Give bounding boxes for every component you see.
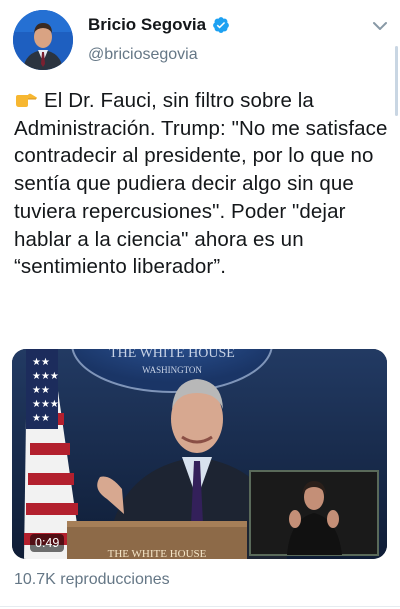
video-duration: 0:49 bbox=[30, 534, 65, 552]
svg-text:★★: ★★ bbox=[32, 357, 50, 368]
verified-badge-icon bbox=[213, 17, 229, 33]
author-handle[interactable]: @briciosegovia bbox=[88, 46, 198, 64]
tweet-body: El Dr. Fauci, sin filtro sobre la Admini… bbox=[14, 89, 388, 279]
seal-city: WASHINGTON bbox=[142, 365, 202, 375]
tweet-text: El Dr. Fauci, sin filtro sobre la Admini… bbox=[14, 87, 390, 281]
avatar-photo bbox=[13, 10, 73, 70]
chevron-down-icon[interactable] bbox=[372, 20, 388, 32]
scrollbar[interactable] bbox=[395, 46, 398, 116]
svg-text:★★★: ★★★ bbox=[32, 371, 59, 382]
author-name-row: Bricio Segovia bbox=[88, 15, 230, 35]
svg-text:★★: ★★ bbox=[32, 413, 50, 424]
avatar[interactable] bbox=[13, 10, 73, 70]
video-frame: THE WHITE HOUSE WASHINGTON ★★ ★★★ ★★ ★★★… bbox=[12, 349, 387, 559]
pointing-right-hand-icon bbox=[16, 93, 37, 107]
interpreter-inset bbox=[249, 470, 379, 556]
video-player[interactable]: THE WHITE HOUSE WASHINGTON ★★ ★★★ ★★ ★★★… bbox=[12, 349, 387, 559]
view-count: 10.7K reproducciones bbox=[14, 571, 170, 588]
svg-text:★★★: ★★★ bbox=[32, 399, 59, 410]
podium-text: THE WHITE HOUSE bbox=[108, 548, 207, 559]
author-display-name[interactable]: Bricio Segovia bbox=[88, 15, 206, 35]
svg-text:★★: ★★ bbox=[32, 385, 50, 396]
seal-title: THE WHITE HOUSE bbox=[109, 349, 235, 361]
divider bbox=[0, 606, 400, 607]
